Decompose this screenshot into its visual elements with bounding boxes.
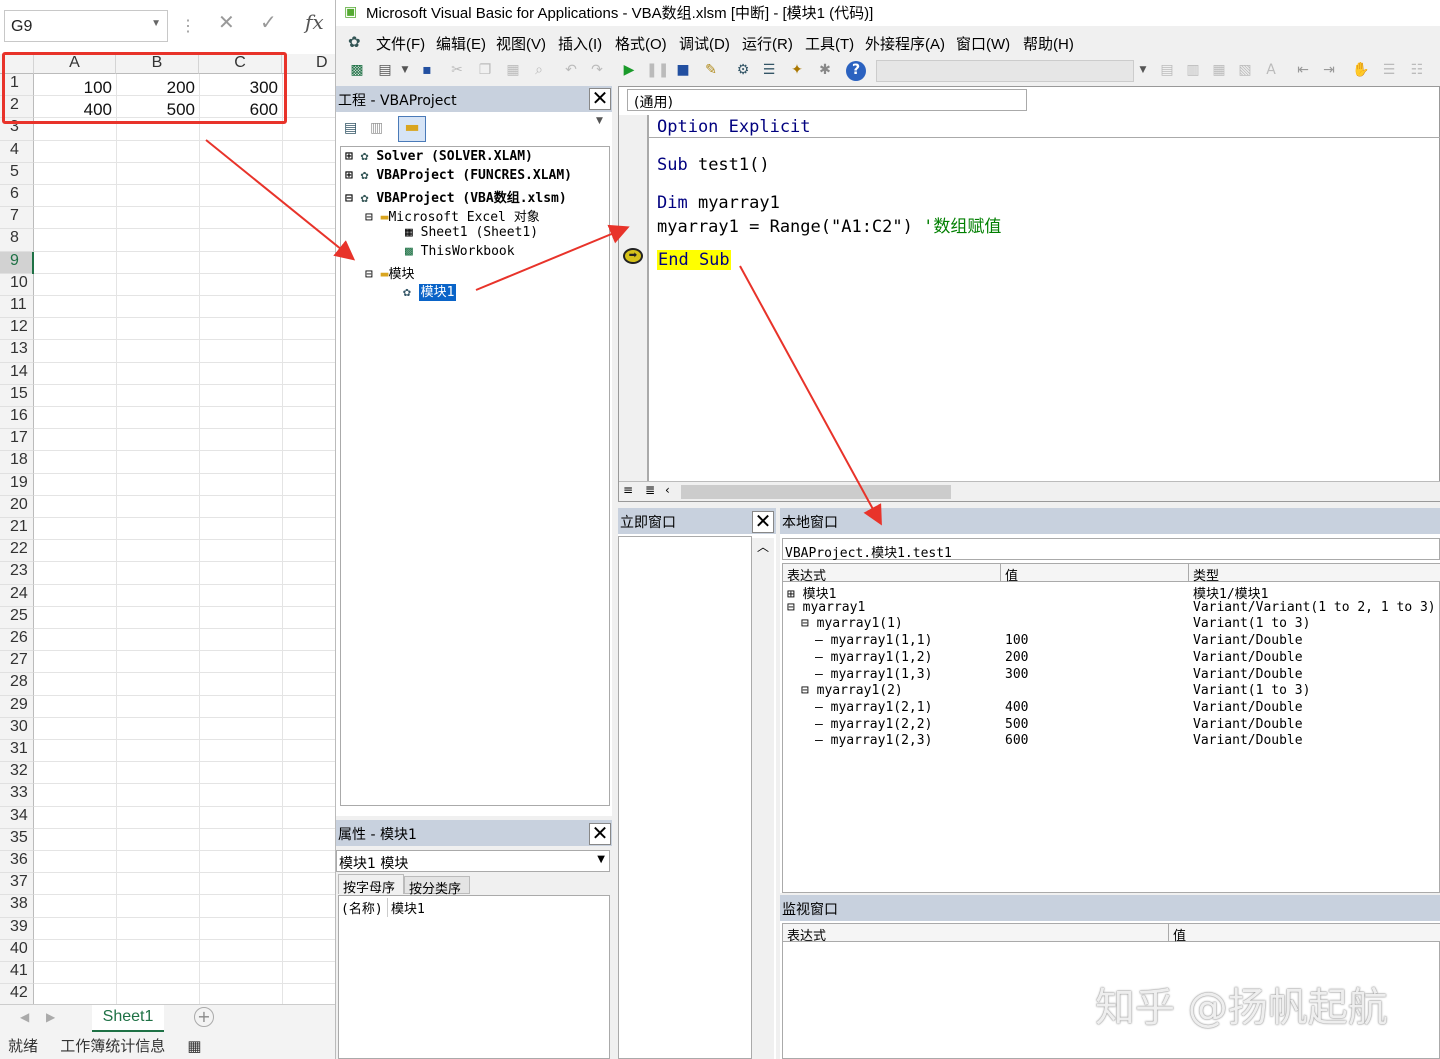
arrow-module-to-code bbox=[475, 224, 630, 291]
annotation-arrows bbox=[205, 139, 882, 526]
arrow-cells-to-module bbox=[205, 139, 356, 261]
watermark: 知乎 @扬帆起航 bbox=[1095, 985, 1388, 1031]
arrow-code-to-locals bbox=[739, 265, 882, 526]
